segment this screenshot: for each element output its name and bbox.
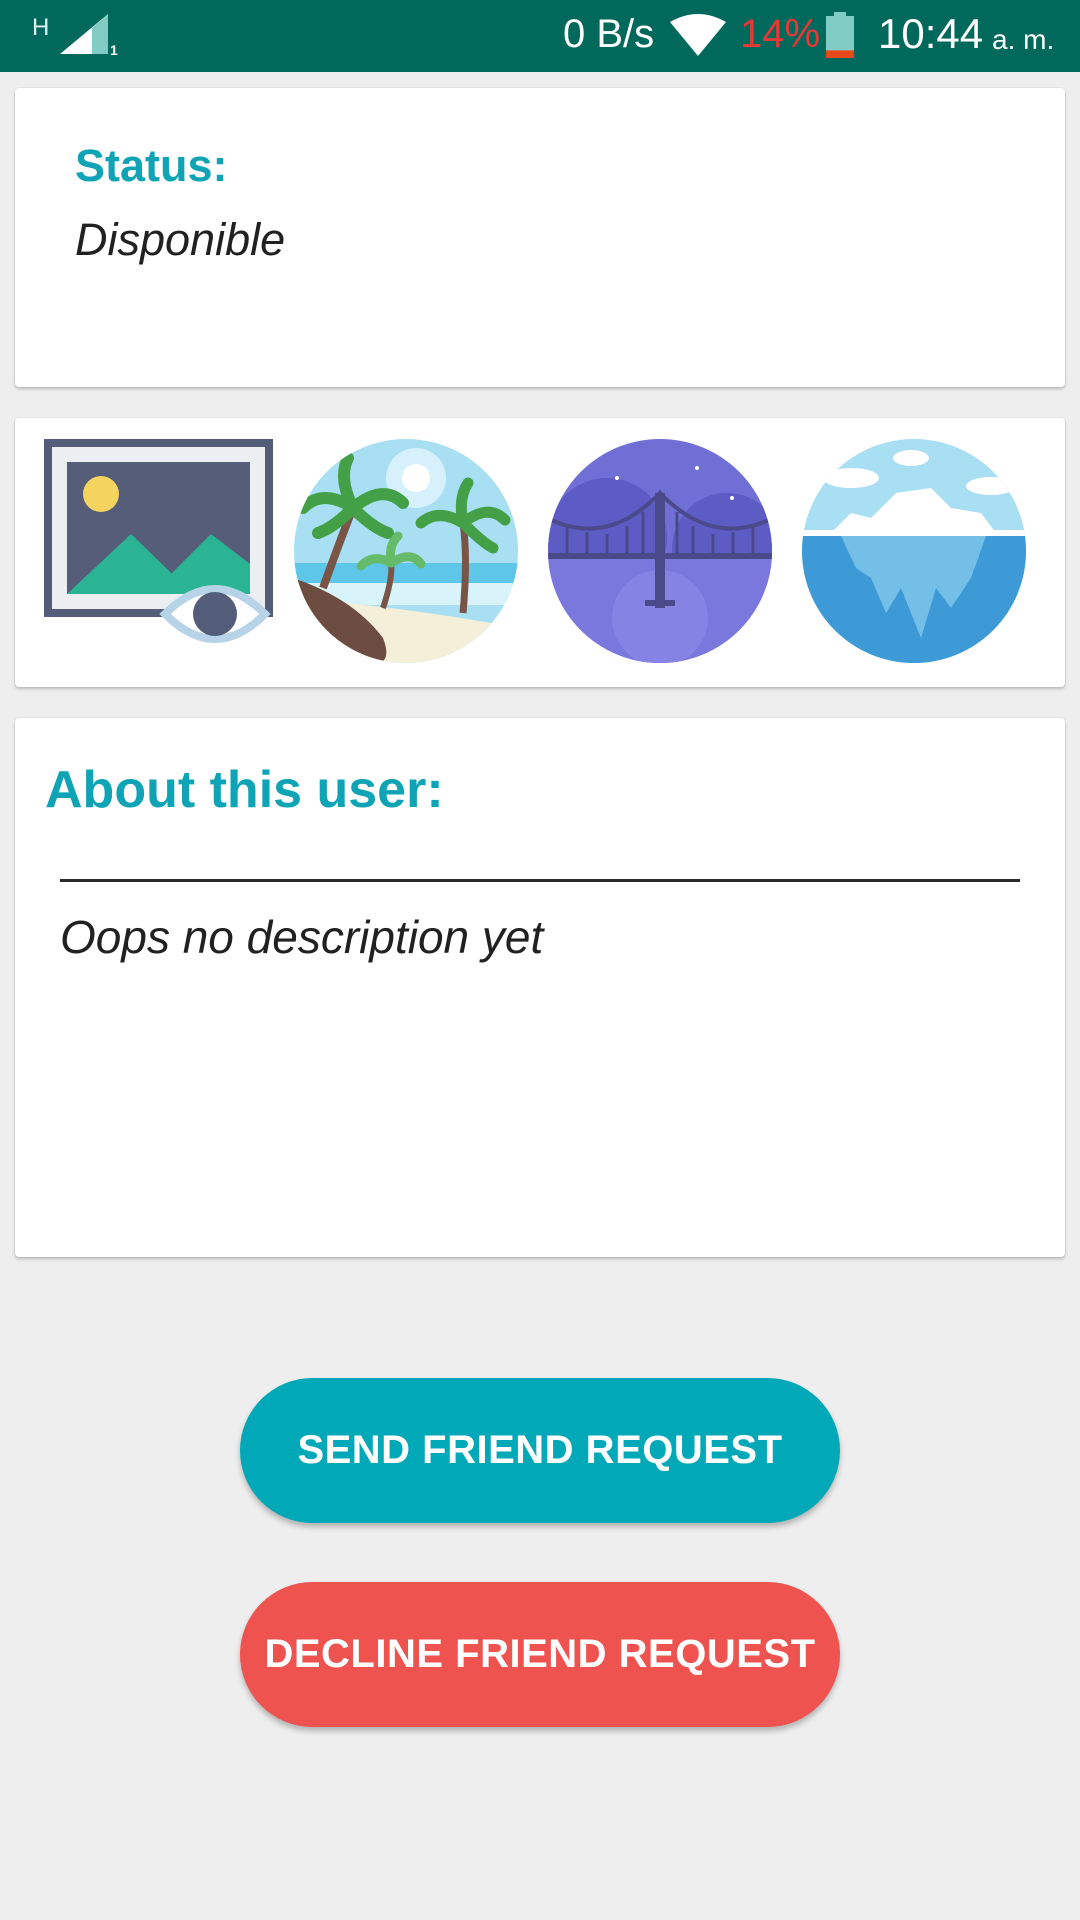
photos-card bbox=[15, 418, 1065, 687]
status-label: Status: bbox=[75, 140, 228, 191]
wifi-icon bbox=[670, 14, 726, 56]
status-value: Disponible bbox=[75, 214, 286, 265]
iceberg-icon[interactable] bbox=[801, 438, 1027, 664]
decline-friend-request-button[interactable]: DECLINE FRIEND REQUEST bbox=[240, 1582, 840, 1727]
clock-ampm: a. m. bbox=[992, 24, 1055, 55]
about-description: Oops no description yet bbox=[60, 911, 544, 963]
sim-slot: 1 bbox=[110, 42, 118, 58]
about-card: About this user: Oops no description yet bbox=[15, 718, 1065, 1257]
send-friend-request-button[interactable]: SEND FRIEND REQUEST bbox=[240, 1378, 840, 1523]
signal-icon bbox=[60, 14, 108, 54]
clock-time: 10:44 bbox=[878, 10, 984, 57]
status-card: Status: Disponible bbox=[15, 88, 1065, 387]
status-bar: H 1 0 B/s 14% 10:44 a. m. bbox=[0, 0, 1080, 72]
night-bridge-icon[interactable] bbox=[547, 438, 773, 664]
battery-icon bbox=[826, 12, 854, 58]
data-speed: 0 B/s bbox=[563, 12, 655, 56]
image-gallery-view-icon[interactable] bbox=[43, 438, 283, 670]
about-title: About this user: bbox=[45, 761, 444, 819]
battery-percent: 14% bbox=[740, 12, 821, 56]
network-type: H bbox=[32, 14, 50, 41]
beach-palms-icon[interactable] bbox=[293, 438, 519, 664]
divider bbox=[60, 879, 1020, 882]
